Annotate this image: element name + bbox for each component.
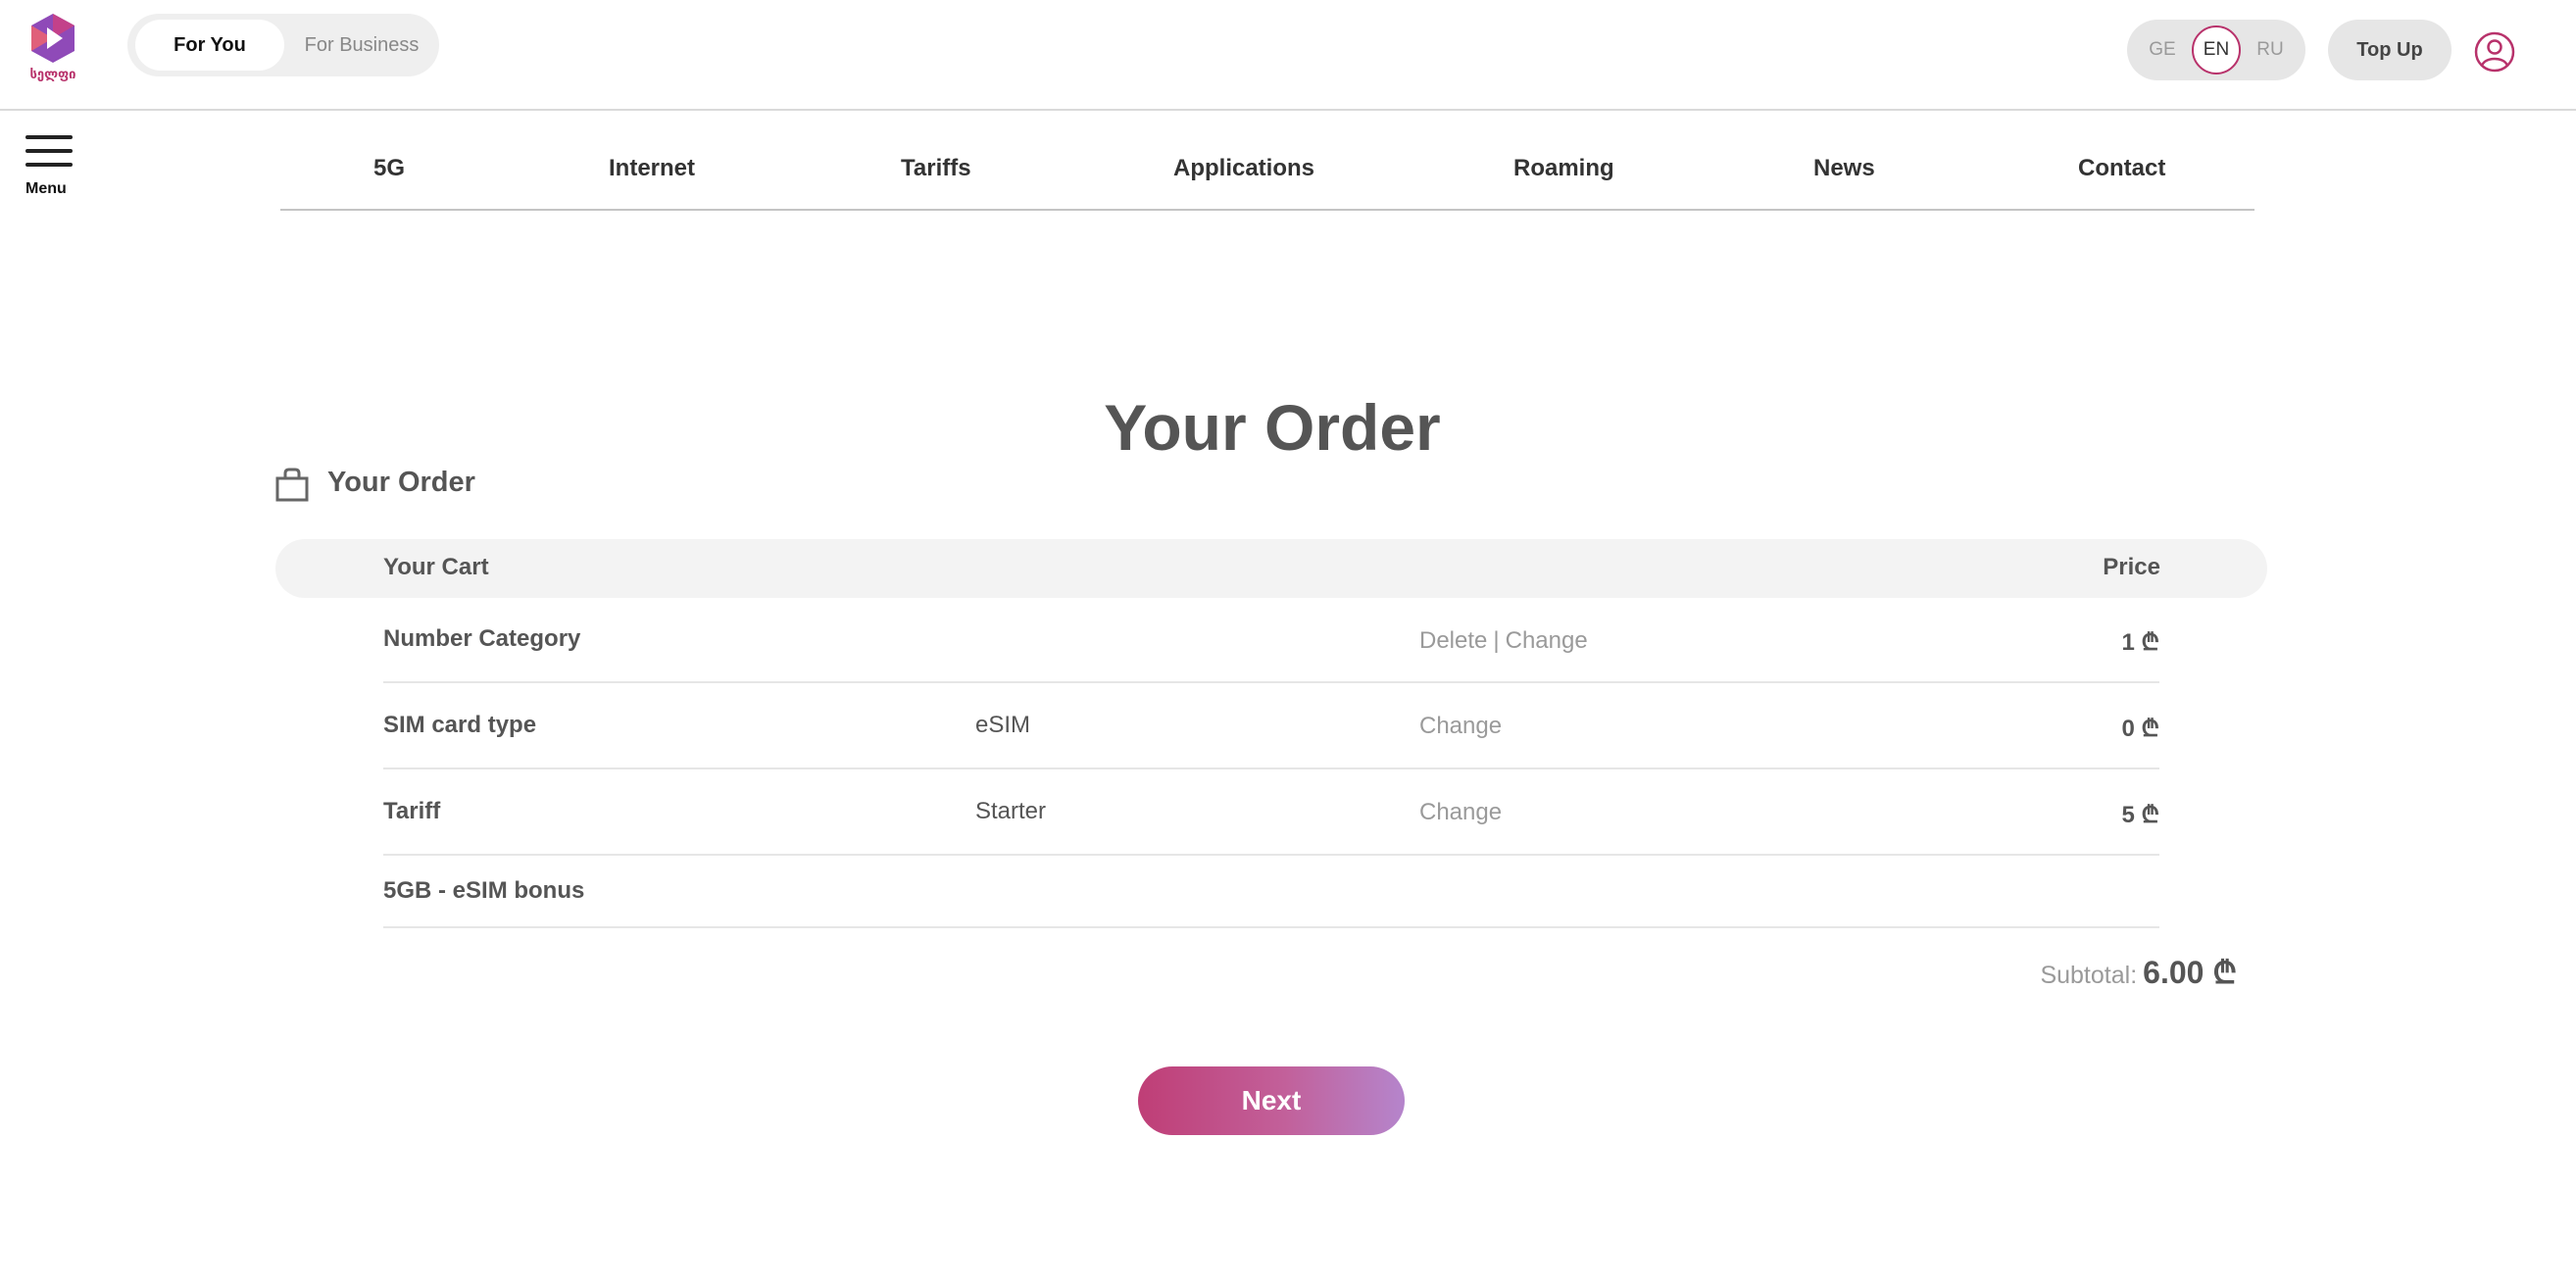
next-button[interactable]: Next bbox=[1138, 1066, 1405, 1135]
for-business-tab[interactable]: For Business bbox=[292, 20, 431, 71]
brand-logo[interactable]: სელფი bbox=[24, 12, 82, 88]
menu-label: Menu bbox=[25, 180, 67, 197]
cart-row-label: SIM card type bbox=[383, 712, 537, 738]
for-you-tab[interactable]: For You bbox=[135, 20, 284, 71]
user-circle-icon bbox=[2474, 31, 2515, 73]
cart-column-price: Price bbox=[2103, 554, 2160, 580]
cart-row-label: Number Category bbox=[383, 625, 581, 652]
logo-text: სელფი bbox=[29, 67, 76, 81]
menu-button[interactable]: Menu bbox=[25, 135, 74, 204]
language-switch: GE EN RU bbox=[2127, 20, 2305, 80]
cart-row-price: 0 ₾ bbox=[2121, 716, 2159, 742]
top-up-button[interactable]: Top Up bbox=[2328, 20, 2452, 80]
cart-row-tariff: Tariff Starter Change 5 ₾ bbox=[383, 769, 2159, 856]
change-link[interactable]: Change bbox=[1419, 713, 1502, 740]
cart-row-bonus: 5GB - eSIM bonus bbox=[383, 856, 2159, 928]
language-en[interactable]: EN bbox=[2192, 25, 2241, 74]
order-section-label: Your Order bbox=[327, 467, 475, 498]
page-title: Your Order bbox=[1104, 391, 1441, 464]
subtotal-value: 6.00 ₾ bbox=[2143, 955, 2237, 990]
cart-row-price: 1 ₾ bbox=[2121, 629, 2159, 656]
language-ru[interactable]: RU bbox=[2246, 20, 2295, 80]
cart-row-value: Starter bbox=[975, 798, 1047, 824]
cart-row-price: 5 ₾ bbox=[2121, 802, 2159, 828]
nav-roaming[interactable]: Roaming bbox=[1513, 155, 1614, 182]
action-separator: | bbox=[1493, 627, 1500, 654]
language-ge[interactable]: GE bbox=[2138, 20, 2187, 80]
shopping-bag-icon bbox=[275, 468, 309, 502]
user-account-button[interactable] bbox=[2474, 31, 2515, 73]
cart-row-label: 5GB - eSIM bonus bbox=[383, 877, 585, 904]
cart-row-value: eSIM bbox=[975, 712, 1031, 738]
subtotal-label: Subtotal: bbox=[2040, 962, 2138, 989]
nav-tariffs[interactable]: Tariffs bbox=[901, 155, 971, 182]
hamburger-menu-icon bbox=[25, 135, 73, 139]
cart-row-sim-type: SIM card type eSIM Change 0 ₾ bbox=[383, 683, 2159, 769]
subtotal: Subtotal: 6.00 ₾ bbox=[2040, 951, 2237, 993]
cart-column-item: Your Cart bbox=[383, 554, 489, 580]
change-link[interactable]: Change bbox=[1506, 627, 1588, 654]
nav-contact[interactable]: Contact bbox=[2078, 155, 2165, 182]
delete-link[interactable]: Delete bbox=[1419, 627, 1487, 654]
site-header: სელფი For You For Business GE EN RU Top … bbox=[0, 0, 2576, 111]
main-nav: 5G Internet Tariffs Applications Roaming… bbox=[280, 135, 2254, 211]
cart-row-number-category: Number Category Delete | Change 1 ₾ bbox=[383, 610, 2159, 683]
nav-news[interactable]: News bbox=[1813, 155, 1875, 182]
cart-row-label: Tariff bbox=[383, 798, 441, 824]
nav-applications[interactable]: Applications bbox=[1173, 155, 1314, 182]
nav-5g[interactable]: 5G bbox=[373, 155, 405, 182]
change-link[interactable]: Change bbox=[1419, 799, 1502, 826]
cart-table-header: Your Cart Price bbox=[275, 539, 2267, 598]
logo-mark-icon bbox=[31, 14, 74, 63]
nav-internet[interactable]: Internet bbox=[609, 155, 695, 182]
audience-switch: For You For Business bbox=[127, 14, 439, 76]
